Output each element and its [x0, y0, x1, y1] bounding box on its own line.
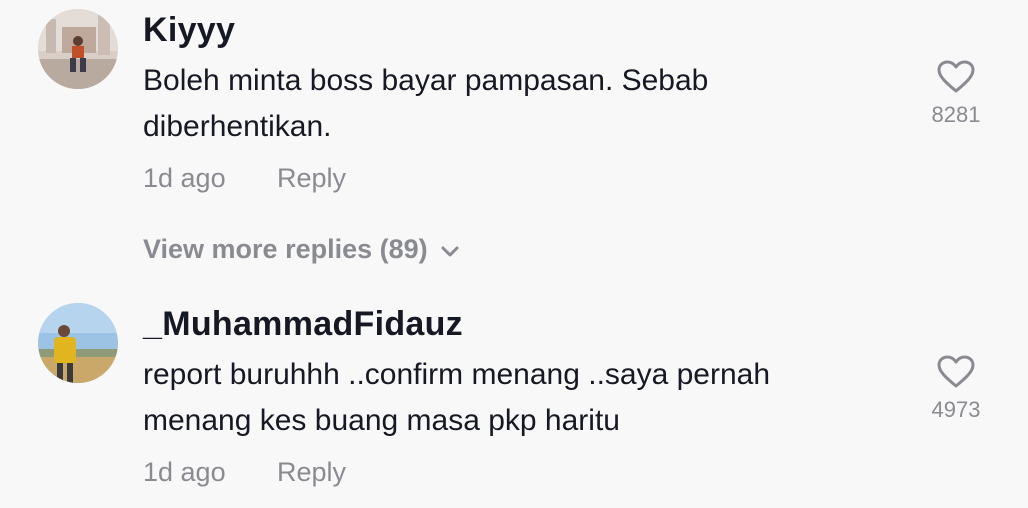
- view-more-label: View more replies (89): [143, 234, 428, 264]
- timestamp: 1d ago: [143, 163, 226, 193]
- username[interactable]: Kiyyy: [143, 11, 235, 50]
- timestamp: 1d ago: [143, 457, 226, 487]
- like-count: 8281: [931, 102, 981, 127]
- like-button[interactable]: 8281: [918, 60, 994, 128]
- like-button[interactable]: 4973: [918, 355, 994, 423]
- comment-text: Boleh minta boss bayar pampasan. Sebab d…: [143, 64, 709, 143]
- avatar[interactable]: [38, 303, 118, 383]
- reply-button[interactable]: Reply: [277, 457, 346, 488]
- comment-text: report buruhhh ..confirm menang ..saya p…: [143, 358, 771, 437]
- user-avatar-photo: [38, 9, 118, 89]
- reply-button[interactable]: Reply: [277, 163, 346, 194]
- chevron-down-icon: [440, 235, 460, 266]
- comment-meta: 1d ago Reply: [143, 163, 346, 194]
- comment-meta: 1d ago Reply: [143, 457, 346, 488]
- user-avatar-photo: [38, 303, 118, 383]
- like-count: 4973: [931, 397, 981, 422]
- heart-icon: [937, 60, 975, 93]
- username[interactable]: _MuhammadFidauz: [143, 305, 463, 344]
- view-more-replies-button[interactable]: View more replies (89): [143, 234, 460, 266]
- avatar[interactable]: [38, 9, 118, 89]
- heart-icon: [937, 355, 975, 388]
